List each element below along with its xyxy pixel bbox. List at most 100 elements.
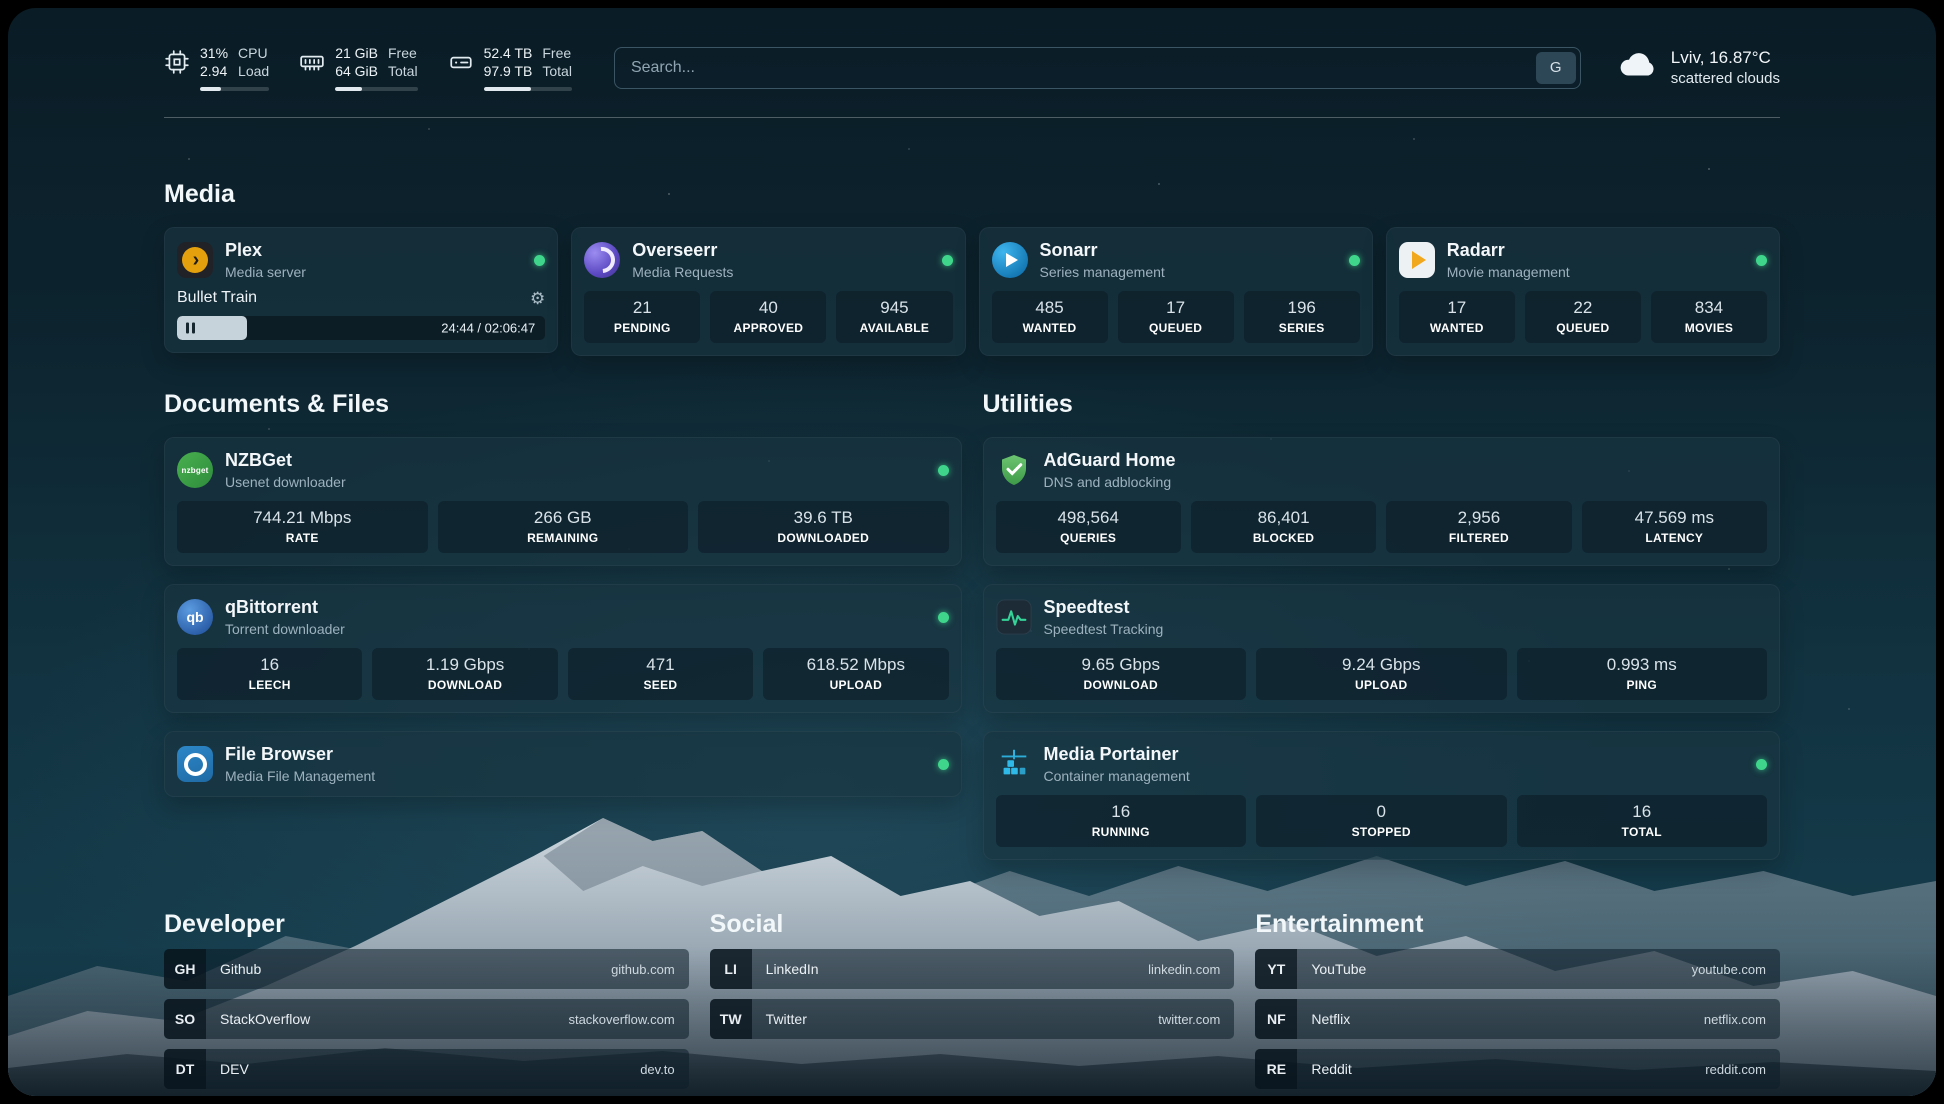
- github-icon: GH: [164, 949, 206, 989]
- app-subtitle: Media Requests: [632, 264, 929, 280]
- storage-total-label: Total: [542, 62, 572, 80]
- stat-filtered: 2,956 FILTERED: [1386, 501, 1571, 553]
- section-title-entertainment: Entertainment: [1255, 910, 1780, 939]
- stat-label: AVAILABLE: [840, 321, 948, 335]
- link-url: github.com: [611, 962, 689, 977]
- status-dot: [942, 255, 953, 266]
- stat-series: 196 SERIES: [1244, 291, 1360, 343]
- stat-label: QUEUED: [1122, 321, 1230, 335]
- stat-queued: 22 QUEUED: [1525, 291, 1641, 343]
- window-frame: 31% 2.94 CPU Load: [0, 0, 1944, 1104]
- app-subtitle: Usenet downloader: [225, 474, 926, 490]
- link-url: stackoverflow.com: [568, 1012, 688, 1027]
- app-card-speedtest[interactable]: Speedtest Speedtest Tracking 9.65 Gbps D…: [983, 584, 1781, 713]
- cpu-load-value: 2.94: [200, 62, 228, 80]
- qbittorrent-icon-text: qb: [186, 609, 203, 625]
- stat-wanted: 485 WANTED: [992, 291, 1108, 343]
- app-card-nzbget[interactable]: nzbget NZBGet Usenet downloader 744.21 M…: [164, 437, 962, 566]
- weather-condition: scattered clouds: [1671, 70, 1780, 87]
- app-subtitle: Series management: [1040, 264, 1337, 280]
- plex-chevron: ›: [182, 247, 208, 273]
- stat-movies: 834 MOVIES: [1651, 291, 1767, 343]
- stat-value: 86,401: [1195, 508, 1372, 528]
- status-dot: [534, 255, 545, 266]
- search-input[interactable]: [615, 59, 1532, 77]
- status-dot: [1349, 255, 1360, 266]
- link-github[interactable]: GH Github github.com: [164, 949, 689, 989]
- stat-value: 0: [1260, 802, 1503, 822]
- link-stackoverflow[interactable]: SO StackOverflow stackoverflow.com: [164, 999, 689, 1039]
- app-card-plex[interactable]: › Plex Media server Bullet Train: [164, 227, 558, 353]
- cloud-icon: [1617, 44, 1659, 91]
- playback-progress-bar[interactable]: 24:44 / 02:06:47: [177, 316, 545, 340]
- pause-icon[interactable]: [186, 323, 195, 334]
- gear-icon[interactable]: [530, 290, 545, 307]
- stat-label: SEED: [572, 678, 749, 692]
- stat-download: 1.19 Gbps DOWNLOAD: [372, 648, 557, 700]
- stat-value: 17: [1403, 298, 1511, 318]
- section-utilities: Utilities: [983, 390, 1781, 860]
- memory-widget: 21 GiB 64 GiB Free Total: [299, 44, 417, 91]
- link-name: StackOverflow: [206, 1011, 568, 1027]
- app-card-adguard[interactable]: AdGuard Home DNS and adblocking 498,564 …: [983, 437, 1781, 566]
- app-card-overseerr[interactable]: Overseerr Media Requests 21 PENDING: [571, 227, 965, 356]
- dashboard-background: 31% 2.94 CPU Load: [8, 8, 1936, 1096]
- stat-value: 196: [1248, 298, 1356, 318]
- app-card-filebrowser[interactable]: File Browser Media File Management: [164, 731, 962, 797]
- app-name: Overseerr: [632, 240, 929, 261]
- app-name: Radarr: [1447, 240, 1744, 261]
- app-name: AdGuard Home: [1044, 450, 1768, 471]
- app-name: Sonarr: [1040, 240, 1337, 261]
- stat-label: QUERIES: [1000, 531, 1177, 545]
- radarr-icon: [1399, 242, 1435, 278]
- search-engine-button[interactable]: G: [1536, 52, 1576, 84]
- link-youtube[interactable]: YT YouTube youtube.com: [1255, 949, 1780, 989]
- weather-widget: Lviv, 16.87°C scattered clouds: [1617, 44, 1780, 91]
- link-reddit[interactable]: RE Reddit reddit.com: [1255, 1049, 1780, 1089]
- stat-queued: 17 QUEUED: [1118, 291, 1234, 343]
- disk-icon: [448, 49, 474, 75]
- stat-label: UPLOAD: [1260, 678, 1503, 692]
- stat-label: UPLOAD: [767, 678, 944, 692]
- cpu-load-label: Load: [238, 62, 269, 80]
- stat-leech: 16 LEECH: [177, 648, 362, 700]
- link-name: Netflix: [1297, 1011, 1704, 1027]
- link-linkedin[interactable]: LI LinkedIn linkedin.com: [710, 949, 1235, 989]
- stat-label: STOPPED: [1260, 825, 1503, 839]
- stat-value: 16: [181, 655, 358, 675]
- stat-value: 618.52 Mbps: [767, 655, 944, 675]
- app-name: File Browser: [225, 744, 926, 765]
- app-name: Plex: [225, 240, 522, 261]
- linkedin-icon: LI: [710, 949, 752, 989]
- app-card-sonarr[interactable]: Sonarr Series management 485 WANTED: [979, 227, 1373, 356]
- storage-free-label: Free: [542, 44, 572, 62]
- stat-rate: 744.21 Mbps RATE: [177, 501, 428, 553]
- stat-value: 47.569 ms: [1586, 508, 1763, 528]
- memory-total-label: Total: [388, 62, 418, 80]
- plex-icon: ›: [177, 242, 213, 278]
- section-title-developer: Developer: [164, 910, 689, 939]
- stat-value: 266 GB: [442, 508, 685, 528]
- app-card-radarr[interactable]: Radarr Movie management 17 WANTED 2: [1386, 227, 1780, 356]
- link-dev-to[interactable]: DT DEV dev.to: [164, 1049, 689, 1089]
- now-playing-title: Bullet Train: [177, 289, 257, 307]
- memory-progress-fill: [335, 87, 362, 91]
- link-name: LinkedIn: [752, 961, 1148, 977]
- portainer-crane-icon: [996, 746, 1032, 782]
- stat-value: 945: [840, 298, 948, 318]
- stat-pending: 21 PENDING: [584, 291, 700, 343]
- star-specks: [8, 8, 10, 10]
- link-netflix[interactable]: NF Netflix netflix.com: [1255, 999, 1780, 1039]
- app-card-qbittorrent[interactable]: qb qBittorrent Torrent downloader 16: [164, 584, 962, 713]
- link-twitter[interactable]: TW Twitter twitter.com: [710, 999, 1235, 1039]
- storage-progress-fill: [484, 87, 532, 91]
- stat-value: 9.24 Gbps: [1260, 655, 1503, 675]
- app-name: qBittorrent: [225, 597, 926, 618]
- stat-label: SERIES: [1248, 321, 1356, 335]
- app-card-portainer[interactable]: Media Portainer Container management 16 …: [983, 731, 1781, 860]
- stat-value: 834: [1655, 298, 1763, 318]
- stat-value: 2,956: [1390, 508, 1567, 528]
- memory-total-value: 64 GiB: [335, 62, 378, 80]
- stat-label: WANTED: [996, 321, 1104, 335]
- dev-to-icon: DT: [164, 1049, 206, 1089]
